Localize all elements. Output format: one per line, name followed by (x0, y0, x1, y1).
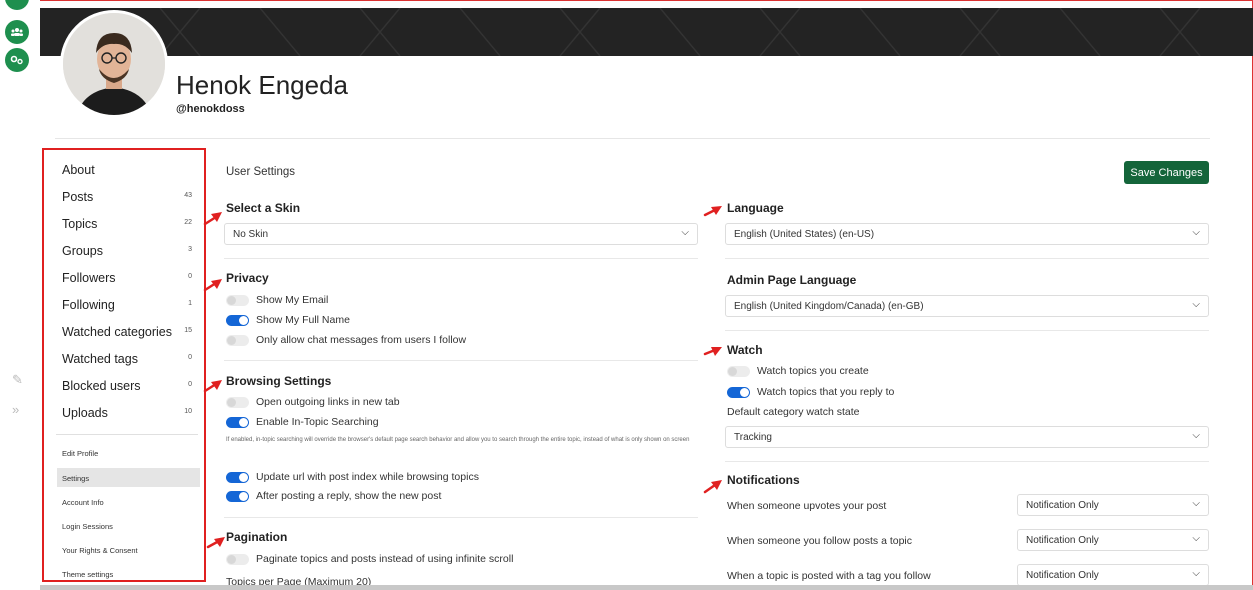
arrow-icon (203, 212, 222, 226)
arrow-icon (703, 347, 722, 356)
arrow-icon (206, 537, 225, 549)
arrow-icon (703, 206, 722, 217)
arrow-icon (703, 480, 722, 494)
arrow-icon (203, 279, 222, 292)
annotation-arrows (203, 206, 722, 549)
horizontal-scrollbar[interactable] (40, 585, 1253, 590)
arrow-icon (203, 380, 222, 393)
